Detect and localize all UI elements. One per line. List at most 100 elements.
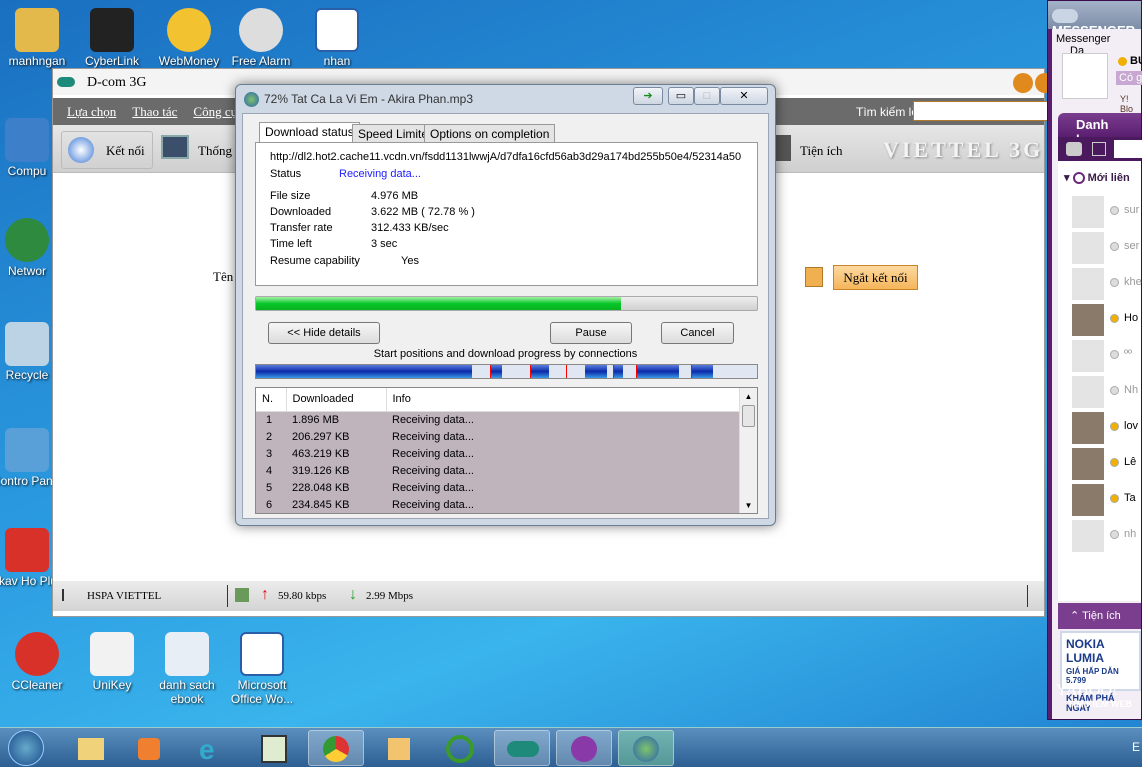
table-row[interactable]: 1 1.896 MB Receiving data... (256, 411, 740, 428)
tab-download-status[interactable]: Download status (259, 122, 360, 143)
minimize-button[interactable]: ▭ (668, 87, 694, 105)
upload-arrow-icon: ↑ (261, 586, 269, 603)
table-row[interactable]: 4 319.126 KB Receiving data... (256, 462, 740, 479)
taskbar-coccoc[interactable] (432, 730, 488, 766)
contact-list-item[interactable]: Ta (1058, 482, 1141, 518)
tab-options-on-completion[interactable]: Options on completion (424, 124, 556, 143)
taskbar-media-player[interactable] (120, 730, 176, 766)
file-size-label: File size (270, 190, 311, 202)
contact-list-item[interactable]: Ho (1058, 302, 1141, 338)
contact-list-item[interactable]: sur (1058, 194, 1141, 230)
status-label: Status (270, 168, 302, 180)
contact-avatar (1072, 448, 1104, 481)
yahoo-web-search-link[interactable]: TÌM KIẾM WEB (1068, 699, 1132, 709)
contact-name: ºº (1124, 348, 1133, 361)
desktop-icon-cyberlink[interactable]: CyberLink (75, 8, 149, 68)
desktop-icon-word[interactable]: Microsoft Office Wo... (225, 632, 299, 706)
cancel-button[interactable]: Cancel (661, 322, 734, 344)
taskbar-internet-explorer[interactable]: e (185, 730, 241, 766)
taskbar-idm[interactable] (618, 730, 674, 766)
scroll-down-arrow[interactable]: ▼ (740, 501, 757, 510)
column-header-number[interactable]: N. (256, 388, 287, 411)
close-button[interactable]: ✕ (720, 87, 768, 105)
send-to-tray-button[interactable]: ➔ (633, 87, 663, 105)
taskbar-yahoo-messenger[interactable] (556, 730, 612, 766)
contact-list-item[interactable]: ser (1058, 230, 1141, 266)
menu-messenger[interactable]: Messenger (1056, 33, 1110, 45)
downloaded-label: Downloaded (270, 206, 332, 218)
contact-list-item[interactable]: lov (1058, 410, 1141, 446)
taskbar-dcom[interactable] (494, 730, 550, 766)
taskbar-explorer[interactable] (62, 730, 118, 766)
dialog-title: 72% Tat Ca La Vi Em - Akira Phan.mp3 (264, 92, 473, 106)
hide-details-button[interactable]: << Hide details (268, 322, 380, 344)
taskbar-code-app[interactable] (245, 730, 301, 766)
profile-dropdown-arrow[interactable] (805, 267, 823, 287)
avatar[interactable] (1062, 53, 1108, 99)
pause-button[interactable]: Pause (550, 322, 632, 344)
utilities-button[interactable]: ⌃ Tiện ích (1058, 603, 1141, 629)
group-new-contacts[interactable]: ▾ Mới liên (1058, 161, 1141, 194)
table-row[interactable]: 3 463.219 KB Receiving data... (256, 445, 740, 462)
table-scrollbar[interactable]: ▲ ▼ (739, 388, 757, 513)
menu-tools[interactable]: Công cụ (193, 104, 237, 119)
table-row[interactable]: 5 228.048 KB Receiving data... (256, 479, 740, 496)
contact-list-item[interactable]: Nh (1058, 374, 1141, 410)
connection-segment (530, 365, 549, 378)
table-row[interactable]: 6 234.845 KB Receiving data... (256, 496, 740, 513)
yahoo-messenger-window: MESSENGER Messenger Da BU Có gì Y! Blo D… (1047, 0, 1142, 720)
refresh-icon (68, 137, 94, 163)
contact-list-item[interactable]: Lê (1058, 446, 1141, 482)
contact-list-item[interactable]: ºº (1058, 338, 1141, 374)
desktop-icon-excel-file[interactable]: danh sach ebook (150, 632, 224, 706)
presence-icon (1110, 422, 1119, 432)
start-button[interactable] (8, 730, 44, 766)
taskbar-news-app[interactable] (370, 730, 426, 766)
table-row[interactable]: 2 206.297 KB Receiving data... (256, 428, 740, 445)
contacts-toolbar (1058, 137, 1142, 161)
desktop-icon-free-alarm[interactable]: Free Alarm (224, 8, 298, 68)
desktop-icon-user[interactable]: manhngan (0, 8, 74, 68)
grid-view-icon[interactable] (1092, 142, 1106, 156)
contact-list-item[interactable]: nh (1058, 518, 1141, 554)
resume-capability-value: Yes (401, 255, 419, 267)
minimize-button[interactable] (1013, 73, 1033, 93)
menu-options[interactable]: Lựa chọn (67, 104, 116, 119)
upload-speed: 59.80 kbps (278, 590, 327, 602)
scrollbar-thumb[interactable] (742, 405, 755, 427)
contact-list-item[interactable]: khe (1058, 266, 1142, 302)
system-clock[interactable]: E (1132, 740, 1140, 754)
pencil-cup-icon (775, 135, 791, 161)
taskbar-chrome[interactable] (308, 730, 364, 766)
desktop-icon-webmoney[interactable]: WebMoney (152, 8, 226, 68)
search-errors-input[interactable] (913, 101, 1053, 121)
menu-actions[interactable]: Thao tác (132, 104, 177, 119)
add-contact-icon[interactable] (1066, 142, 1082, 156)
connection-number: 3 (266, 447, 273, 460)
chrome-icon (323, 736, 349, 762)
idm-icon (633, 736, 659, 762)
utilities-button[interactable]: Tiện ích (800, 143, 843, 159)
disconnect-button[interactable]: Ngắt kết nối (833, 265, 918, 290)
connection-downloaded: 1.896 MB (292, 413, 340, 426)
tab-contacts[interactable]: Danh bạ (1058, 113, 1141, 147)
yahoo-blog-link[interactable]: Y! Blo (1120, 94, 1141, 114)
scroll-up-arrow[interactable]: ▲ (740, 392, 757, 401)
column-header-info[interactable]: Info (386, 388, 740, 411)
connect-button[interactable]: Kết nối (61, 131, 153, 169)
desktop-icon-ccleaner[interactable]: CCleaner (0, 632, 74, 692)
presence-icon (1110, 350, 1119, 360)
desktop-icon-unikey[interactable]: UniKey (75, 632, 149, 692)
desktop-icon-word-doc[interactable]: nhan (300, 8, 374, 68)
status-dot-icon (1118, 57, 1127, 66)
contact-list: ▾ Mới liên sur ser khe Ho ºº Nh lov Lê Ta nh (1058, 161, 1142, 601)
messenger-title-bar: MESSENGER (1048, 1, 1141, 38)
contact-name: lov (1124, 420, 1139, 433)
connection-info: Receiving data... (392, 447, 474, 460)
presence-icon (1110, 314, 1119, 324)
idm-globe-icon (244, 92, 259, 107)
column-header-downloaded[interactable]: Downloaded (286, 388, 387, 411)
connection-downloaded: 228.048 KB (292, 481, 350, 494)
contacts-search-input[interactable] (1114, 140, 1142, 158)
status-message-input[interactable]: Có gì (1116, 71, 1142, 85)
